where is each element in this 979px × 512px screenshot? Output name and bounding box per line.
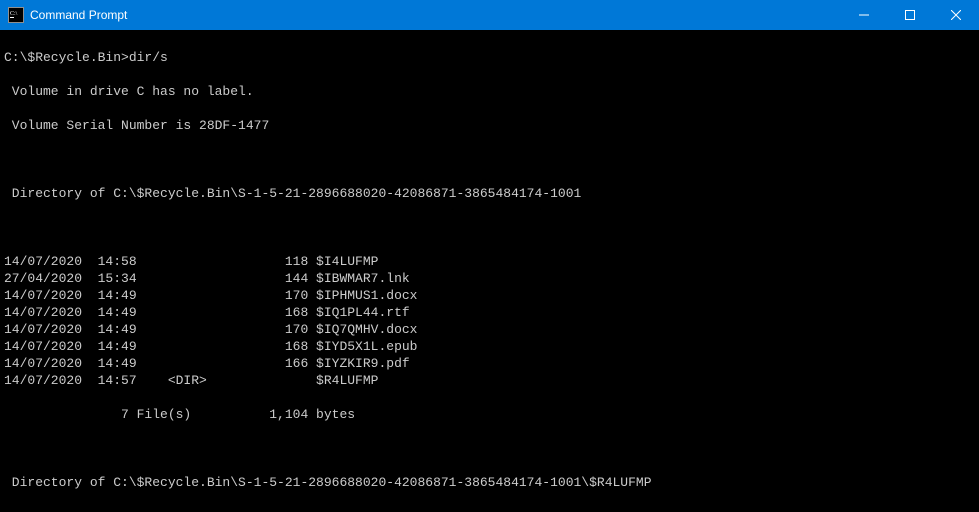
titlebar[interactable]: C:\ Command Prompt — [0, 0, 979, 30]
blank-line — [4, 508, 975, 512]
blank-line — [4, 151, 975, 168]
blank-line — [4, 440, 975, 457]
directory-header: Directory of C:\$Recycle.Bin\S-1-5-21-28… — [4, 185, 975, 202]
file-row: 14/07/2020 14:49 170 $IPHMUS1.docx — [4, 287, 975, 304]
file-row: 14/07/2020 14:57 <DIR> $R4LUFMP — [4, 372, 975, 389]
file-row: 14/07/2020 14:49 166 $IYZKIR9.pdf — [4, 355, 975, 372]
volume-label-line: Volume in drive C has no label. — [4, 83, 975, 100]
prompt-line: C:\$Recycle.Bin>dir/s — [4, 49, 975, 66]
file-row: 14/07/2020 14:49 170 $IQ7QMHV.docx — [4, 321, 975, 338]
terminal-output[interactable]: C:\$Recycle.Bin>dir/s Volume in drive C … — [0, 30, 979, 512]
cmd-icon: C:\ — [8, 7, 24, 23]
command-text: dir/s — [129, 50, 168, 65]
directory-header: Directory of C:\$Recycle.Bin\S-1-5-21-28… — [4, 474, 975, 491]
maximize-button[interactable] — [887, 0, 933, 30]
dir1-summary: 7 File(s) 1,104 bytes — [4, 406, 975, 423]
file-row: 14/07/2020 14:49 168 $IQ1PL44.rtf — [4, 304, 975, 321]
volume-serial-line: Volume Serial Number is 28DF-1477 — [4, 117, 975, 134]
file-row: 27/04/2020 15:34 144 $IBWMAR7.lnk — [4, 270, 975, 287]
file-row: 14/07/2020 14:58 118 $I4LUFMP — [4, 253, 975, 270]
close-button[interactable] — [933, 0, 979, 30]
svg-text:C:\: C:\ — [10, 11, 18, 17]
blank-line — [4, 219, 975, 236]
prompt-path: C:\$Recycle.Bin> — [4, 50, 129, 65]
window-title: Command Prompt — [30, 8, 127, 22]
minimize-button[interactable] — [841, 0, 887, 30]
file-row: 14/07/2020 14:49 168 $IYD5X1L.epub — [4, 338, 975, 355]
